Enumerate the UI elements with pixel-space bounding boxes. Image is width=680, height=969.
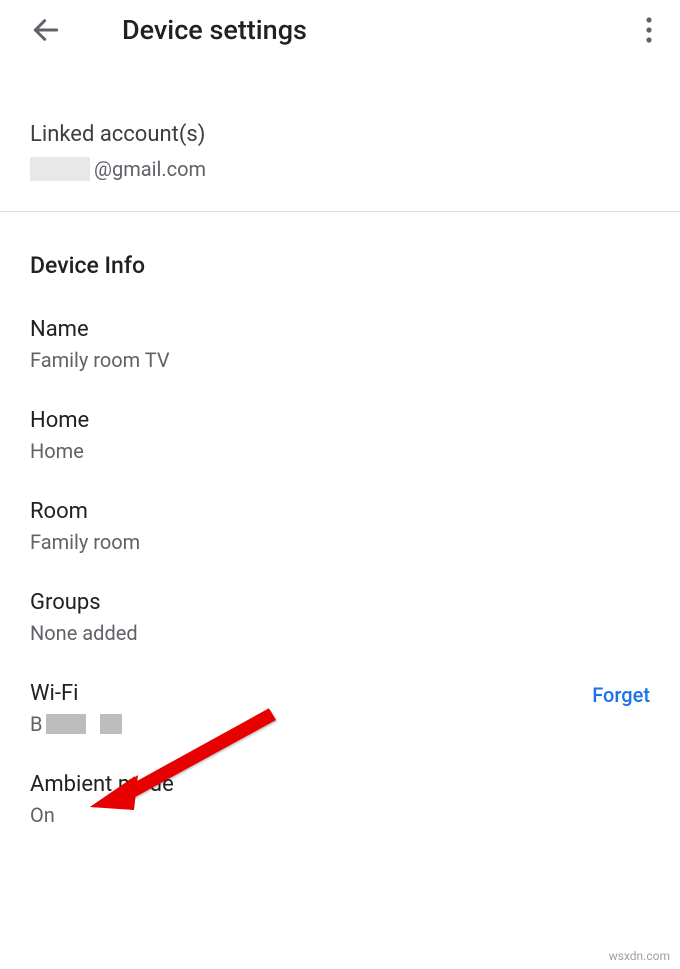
back-icon[interactable] <box>30 14 62 46</box>
redacted-wifi-part1 <box>46 714 86 734</box>
redacted-wifi-part2 <box>100 714 122 734</box>
forget-button[interactable]: Forget <box>592 681 650 707</box>
watermark: wsxdn.com <box>609 949 670 963</box>
wifi-value-prefix: B <box>30 712 42 736</box>
setting-groups-label: Groups <box>30 590 650 615</box>
setting-name[interactable]: Name Family room TV <box>0 299 680 390</box>
setting-ambient-value: On <box>30 803 650 827</box>
page-title: Device settings <box>122 14 638 46</box>
setting-groups-value: None added <box>30 621 650 645</box>
setting-room-label: Room <box>30 499 650 524</box>
setting-name-label: Name <box>30 317 650 342</box>
setting-home[interactable]: Home Home <box>0 390 680 481</box>
device-info-header: Device Info <box>0 212 680 299</box>
linked-accounts-label: Linked account(s) <box>30 122 650 147</box>
setting-room[interactable]: Room Family room <box>0 481 680 572</box>
redacted-email-user <box>30 157 90 181</box>
setting-wifi[interactable]: Wi-Fi B Forget <box>0 663 680 754</box>
setting-groups[interactable]: Groups None added <box>0 572 680 663</box>
setting-name-value: Family room TV <box>30 348 650 372</box>
linked-account-email: @gmail.com <box>30 157 650 181</box>
setting-home-value: Home <box>30 439 650 463</box>
setting-wifi-value: B <box>30 712 592 736</box>
app-header: Device settings <box>0 0 680 60</box>
setting-wifi-label: Wi-Fi <box>30 681 592 706</box>
setting-home-label: Home <box>30 408 650 433</box>
setting-room-value: Family room <box>30 530 650 554</box>
email-domain: @gmail.com <box>94 157 206 181</box>
linked-accounts-section[interactable]: Linked account(s) @gmail.com <box>0 60 680 212</box>
more-icon[interactable] <box>638 17 660 43</box>
content-area: Linked account(s) @gmail.com Device Info… <box>0 60 680 845</box>
setting-ambient-mode[interactable]: Ambient mode On <box>0 754 680 845</box>
setting-ambient-label: Ambient mode <box>30 772 650 797</box>
